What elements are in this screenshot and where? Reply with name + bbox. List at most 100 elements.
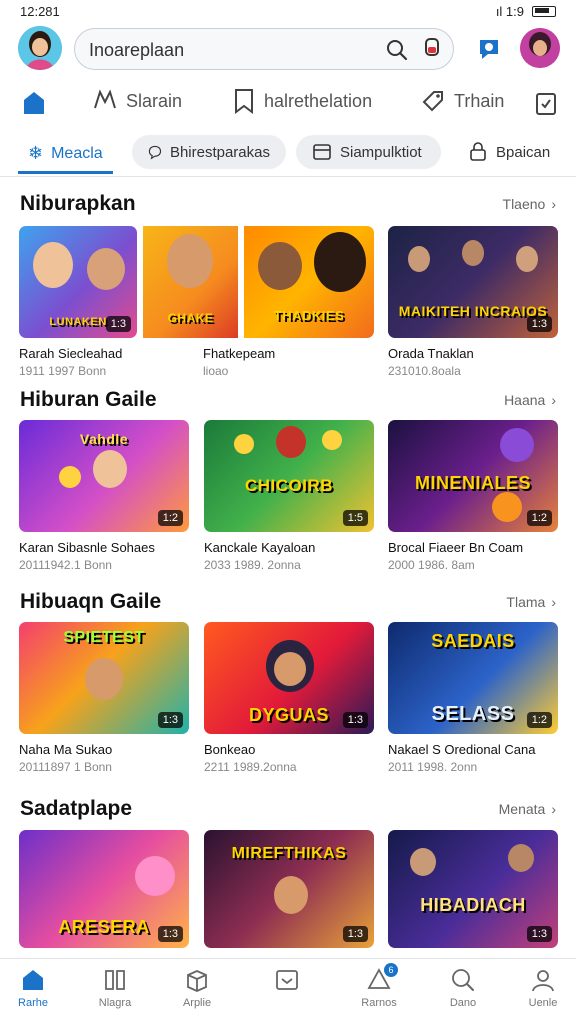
home-icon	[23, 970, 43, 990]
video-card[interactable]: MIREFTHIKAS 1:3	[204, 830, 374, 948]
category-item-0[interactable]: Slarain	[92, 88, 182, 114]
video-card[interactable]: DYGUAS 1:3 Bonkeao 2211 1989.2onna	[204, 622, 374, 774]
video-thumbnail[interactable]: MINENIALES 1:2	[388, 420, 558, 532]
nav-item-library[interactable]: Nlagra	[80, 967, 150, 1009]
video-card[interactable]: SPIETEST 1:3 Naha Ma Sukao 20111897 1 Bo…	[19, 622, 189, 774]
profile-icon	[532, 970, 554, 992]
video-thumbnail[interactable]: MAIKITEH INCRAIOS 1:3	[388, 226, 558, 338]
video-card[interactable]: LUNAKEN 1:3 Rarah Siecleahad 1911 1997 B…	[19, 226, 137, 378]
video-meta: 2000 1986. 8am	[388, 558, 475, 572]
video-title: Nakael S Oredional Cana	[388, 742, 536, 757]
thumbnail-text: Vahdle	[79, 431, 129, 447]
tab-label: Meacla	[51, 144, 103, 162]
character-face-icon	[258, 242, 302, 290]
video-card[interactable]: CHICOIRB 1:5 Kanckale Kayaloan 2033 1989…	[204, 420, 374, 572]
nav-label: Dano	[449, 997, 477, 1009]
thumbnail-text: GHAKE	[167, 311, 214, 325]
see-more-label: Haana	[504, 392, 546, 408]
video-title: Kanckale Kayaloan	[204, 540, 316, 555]
chevron-right-icon: ›	[551, 196, 556, 212]
nav-item-apps[interactable]: Arplie	[162, 967, 232, 1009]
duration-badge: 1:3	[342, 712, 368, 728]
video-thumbnail[interactable]: LUNAKEN 1:3	[19, 226, 137, 338]
video-thumbnail[interactable]: HIBADIACH 1:3	[388, 830, 558, 948]
search-bar[interactable]: Inoareplaan	[74, 28, 454, 70]
notification-badge: 6	[384, 963, 398, 977]
user-avatar[interactable]	[18, 26, 62, 70]
tab-label: Siampulktiot	[340, 143, 422, 161]
see-more-link[interactable]: Menata ›	[499, 801, 556, 817]
thumbnail-text: THADKIES	[273, 308, 345, 323]
tag-icon	[422, 91, 443, 112]
see-more-link[interactable]: Tlama ›	[506, 594, 556, 610]
character-face-icon	[87, 248, 125, 290]
nav-item-search[interactable]: Dano	[428, 967, 498, 1009]
tab-label: Bpaican	[496, 143, 551, 161]
home-category-icon[interactable]	[22, 90, 46, 116]
search-icon[interactable]	[385, 38, 409, 62]
nav-label: Rarnos	[361, 997, 397, 1009]
category-label: Trhain	[454, 90, 505, 111]
see-more-link[interactable]: Haana ›	[504, 392, 556, 408]
window-icon	[313, 144, 331, 160]
see-more-link[interactable]: Tlaeno ›	[503, 196, 556, 212]
category-item-2[interactable]: Trhain	[420, 88, 504, 114]
video-title: Rarah Siecleahad	[19, 346, 123, 361]
mic-icon[interactable]	[421, 37, 443, 63]
search-input[interactable]: Inoareplaan	[89, 40, 184, 61]
see-more-label: Menata	[498, 801, 546, 817]
video-card[interactable]: ARESERA 1:3	[19, 830, 189, 948]
bookmark-icon	[235, 89, 253, 114]
video-thumbnail[interactable]: SAEDAIS SELASS 1:2	[388, 622, 558, 734]
video-thumbnail[interactable]: ARESERA 1:3	[19, 830, 189, 948]
video-thumbnail[interactable]: SPIETEST 1:3	[19, 622, 189, 734]
top-bar: Inoareplaan	[0, 26, 576, 72]
thumbnail-text: HIBADIACH	[420, 895, 526, 915]
video-thumbnail[interactable]: DYGUAS 1:3	[204, 622, 374, 734]
tab-label: Bhirestparakas	[169, 143, 270, 161]
video-card[interactable]: MINENIALES 1:2 Brocal Fiaeer Bn Coam 200…	[388, 420, 558, 572]
character-face-icon	[516, 246, 538, 272]
character-face-icon	[274, 652, 306, 686]
book-icon	[105, 970, 125, 990]
video-title: Karan Sibasnle Sohaes	[19, 540, 155, 555]
nav-item-notifications[interactable]: 6 Rarnos	[344, 963, 414, 1009]
profile-avatar[interactable]	[520, 28, 560, 68]
tab-siampulktiot[interactable]: Siampulktiot	[296, 135, 441, 169]
thumbnail-text: SPIETEST	[63, 629, 145, 646]
tab-meacla[interactable]: ❄ Meacla	[18, 136, 113, 174]
tab-bpaican[interactable]: Bpaican	[468, 135, 550, 169]
bottom-nav: Rarhe Nlagra Arplie 6 Rarnos Dano Uenle	[0, 958, 576, 1024]
video-thumbnail[interactable]: GHAKE	[143, 226, 238, 338]
status-time: 12:281	[20, 3, 60, 19]
clipboard-icon[interactable]	[534, 90, 558, 116]
video-thumbnail[interactable]: Vahdle 1:2	[19, 420, 189, 532]
nav-label: Rarhe	[18, 997, 48, 1009]
duration-badge: 1:3	[157, 926, 183, 942]
section-title: Hiburan Gaile	[20, 388, 157, 411]
video-title: Orada Tnaklan	[388, 346, 474, 361]
nav-item-home[interactable]: Rarhe	[0, 967, 68, 1009]
video-thumbnail[interactable]: MIREFTHIKAS 1:3	[204, 830, 374, 948]
video-card[interactable]: MAIKITEH INCRAIOS 1:3 Orada Tnaklan 2310…	[388, 226, 558, 378]
duration-badge: 1:3	[526, 316, 552, 332]
video-thumbnail[interactable]: THADKIES	[244, 226, 374, 338]
status-icons: ıl 1:9	[496, 4, 556, 19]
video-card[interactable]: Vahdle 1:2 Karan Sibasnle Sohaes 2011194…	[19, 420, 189, 572]
video-thumbnail[interactable]: CHICOIRB 1:5	[204, 420, 374, 532]
emoji-icon	[322, 430, 342, 450]
nav-item-profile[interactable]: Uenle	[508, 967, 576, 1009]
video-card[interactable]: HIBADIACH 1:3	[388, 830, 558, 948]
tab-bhirestparakas[interactable]: Bhirestparakas	[132, 135, 286, 169]
chat-icon[interactable]	[476, 36, 502, 62]
video-card[interactable]: THADKIES	[244, 226, 374, 338]
category-item-1[interactable]: halrethelation	[232, 88, 372, 114]
nav-item-inbox[interactable]	[252, 967, 322, 997]
see-more-label: Tlaeno	[502, 196, 546, 212]
category-label: Slarain	[126, 90, 183, 111]
video-card[interactable]: GHAKE Fhatkepeam lioao	[143, 226, 275, 378]
category-label: halrethelation	[264, 90, 373, 111]
video-card[interactable]: SAEDAIS SELASS 1:2 Nakael S Oredional Ca…	[388, 622, 558, 774]
chevron-right-icon: ›	[551, 594, 556, 610]
video-meta: lioao	[203, 364, 229, 378]
